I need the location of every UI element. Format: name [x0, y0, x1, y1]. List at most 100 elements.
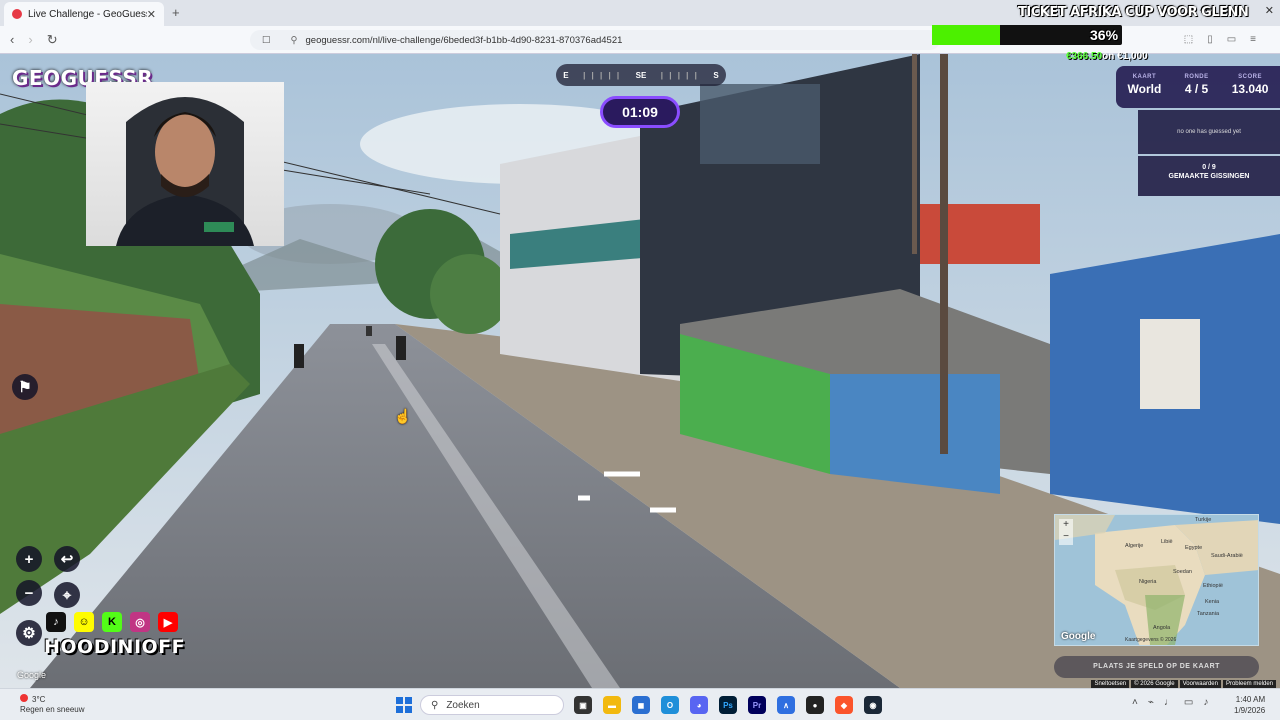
guess-minimap[interactable]: + − Turkije Egypte Saudi-Arabië Algerije … [1054, 514, 1259, 646]
tab-title: Live Challenge - GeoGuessr [28, 8, 147, 20]
score-label: SCORE [1238, 74, 1262, 80]
undo-icon: ↩ [60, 551, 74, 568]
close-tab-icon[interactable]: ✕ [147, 8, 156, 21]
clock-time: 1:40 AM [1235, 695, 1266, 704]
map-label-saudi-arabie: Saudi-Arabië [1211, 553, 1243, 559]
start-button[interactable] [396, 697, 412, 713]
forward-icon[interactable]: › [28, 32, 32, 48]
search-placeholder: Zoeken [446, 699, 480, 711]
donation-percent: 36% [1090, 27, 1119, 43]
zoom-in-button[interactable]: + [16, 546, 42, 572]
flag-checkpoint-button[interactable]: ⚑ [12, 374, 38, 400]
geoguessr-favicon-icon [12, 9, 22, 19]
hand-cursor-icon: ☝ [394, 408, 412, 424]
arc-icon[interactable]: ∧ [777, 696, 795, 714]
terms-link[interactable]: Voorwaarden [1179, 680, 1221, 688]
file-explorer-icon[interactable]: ▬ [603, 696, 621, 714]
weather-temp: 3°C [32, 695, 46, 704]
premiere-icon[interactable]: Pr [748, 696, 766, 714]
close-window-icon[interactable]: ✕ [1265, 4, 1274, 17]
no-guess-text: no one has guessed yet [1177, 129, 1241, 135]
brave-icon[interactable]: ◆ [835, 696, 853, 714]
donation-amount: €366.50on €1,000 [1066, 51, 1148, 62]
minimap-attribution: Kaartgegevens © 2026 [1125, 637, 1177, 643]
weather-alert-icon [20, 694, 28, 702]
shortcuts-link[interactable]: Sneltoetsen [1091, 680, 1130, 688]
compass-east: E [563, 70, 569, 80]
discord-icon[interactable]: ◕ [690, 696, 708, 714]
kick-icon: K [102, 612, 122, 632]
site-info-icon[interactable]: ⚲ [291, 35, 298, 46]
map-label-tanzania: Tanzania [1197, 611, 1220, 617]
flag-icon: ⚑ [18, 379, 32, 396]
outlook-icon[interactable]: O [661, 696, 679, 714]
browser-tab[interactable]: Live Challenge - GeoGuessr ✕ [4, 2, 164, 26]
compass-bar: E | | | | | SE | | | | | S [556, 64, 726, 86]
map-label-libie: Libië [1161, 539, 1173, 545]
map-label-turkije: Turkije [1195, 517, 1212, 523]
minimap-zoom-controls[interactable]: + − [1059, 519, 1073, 545]
guess-counter: 0 / 9 GEMAAKTE GISSINGEN [1138, 156, 1280, 196]
map-label-nigeria: Nigeria [1139, 579, 1157, 585]
instagram-icon: ◎ [130, 612, 150, 632]
battery-icon[interactable]: ▭ [1184, 697, 1193, 708]
amount-goal: on €1,000 [1102, 51, 1148, 62]
task-view-icon[interactable]: ▣ [574, 696, 592, 714]
network-icon[interactable]: ⌁ [1148, 697, 1154, 708]
donation-progress-fill [932, 25, 1001, 45]
round-value: 4 / 5 [1184, 82, 1209, 96]
settings-button[interactable]: ⚙ [16, 620, 42, 646]
map-label-angola: Angola [1153, 625, 1171, 631]
map-label-algerije: Algerije [1125, 543, 1144, 549]
extension-icon[interactable]: ⬚ [1184, 34, 1193, 45]
taskbar-apps: ▣ ▬ ◼ O ◕ Ps Pr ∧ ● ◆ ◉ [574, 696, 882, 714]
menu-icon[interactable]: ≡ [1250, 34, 1256, 45]
copyright-link[interactable]: © 2026 Google [1131, 680, 1178, 688]
webcam-overlay [86, 82, 284, 246]
store-icon[interactable]: ◼ [632, 696, 650, 714]
wallet-icon[interactable]: ▭ [1227, 34, 1236, 45]
map-label-soedan: Soedan [1173, 569, 1192, 575]
streamer-webcam-image [116, 97, 254, 246]
bookmark-icon[interactable]: ☐ [262, 35, 271, 46]
plus-icon: + [24, 550, 34, 568]
clock-date: 1/9/2026 [1234, 706, 1266, 715]
map-value: World [1127, 82, 1162, 96]
back-icon[interactable]: ‹ [10, 32, 14, 48]
donation-goal-title: TICKET AFRIKA CUP VOOR GLENN [1018, 5, 1249, 20]
reload-icon[interactable]: ↻ [47, 32, 58, 48]
weather-widget[interactable]: 3°C Regen en sneeuw [20, 694, 85, 715]
social-links: ♪ ☺ K ◎ ▶ [46, 612, 178, 632]
undo-move-button[interactable]: ↩ [54, 546, 80, 572]
taskbar-search[interactable]: ⚲ Zoeken [420, 695, 564, 715]
steam-icon[interactable]: ◉ [864, 696, 882, 714]
report-problem-link[interactable]: Probleem melden [1222, 680, 1276, 688]
tiktok-icon: ♪ [46, 612, 66, 632]
zoom-out-button[interactable]: − [16, 580, 42, 606]
game-status-panel: KAART World RONDE 4 / 5 SCORE 13.040 [1116, 66, 1280, 108]
browser-toolbar-icons: ⬚ ▯ ▭ ≡ [1184, 34, 1256, 45]
photoshop-icon[interactable]: Ps [719, 696, 737, 714]
return-to-start-button[interactable]: ⌖ [54, 582, 80, 608]
obs-icon[interactable]: ● [806, 696, 824, 714]
location-pin-icon: ⌖ [62, 586, 72, 604]
system-tray: ˄ ⌁ ♩ ▭ ♪ [1132, 697, 1208, 708]
url-field[interactable]: ☐ ⚲ geoguessr.com/nl/live-challenge/6bed… [250, 30, 940, 50]
guess-count: 0 / 9 [1202, 164, 1216, 171]
youtube-icon: ▶ [158, 612, 178, 632]
round-label: RONDE [1184, 74, 1209, 80]
weather-desc: Regen en sneeuw [20, 705, 85, 714]
compass-southeast: SE [635, 70, 647, 80]
chevron-up-icon[interactable]: ˄ [1132, 697, 1138, 708]
search-icon: ⚲ [431, 699, 439, 711]
sidebar-icon[interactable]: ▯ [1207, 34, 1213, 45]
url-text: geoguessr.com/nl/live-challenge/6beded3f… [305, 34, 623, 46]
map-footer-links: Sneltoetsen © 2026 Google Voorwaarden Pr… [1091, 680, 1276, 688]
minimap-google-logo: Google [1061, 631, 1096, 642]
taskbar-clock[interactable]: 1:40 AM 1/9/2026 [1234, 694, 1265, 716]
mic-icon[interactable]: ♩ [1164, 697, 1174, 708]
volume-icon[interactable]: ♪ [1203, 697, 1208, 708]
round-timer: 01:09 [600, 96, 680, 128]
new-tab-button[interactable]: + [172, 5, 180, 20]
place-guess-button[interactable]: PLAATS JE SPELD OP DE KAART [1054, 656, 1259, 678]
